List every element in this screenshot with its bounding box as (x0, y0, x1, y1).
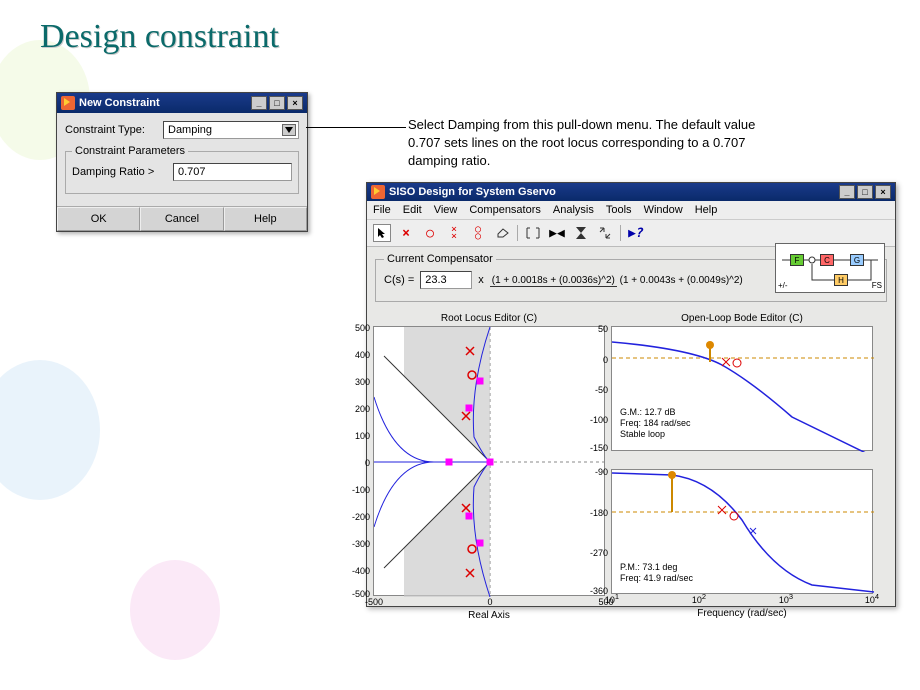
block-diagram[interactable]: F C G H +/- FS (775, 243, 885, 293)
menu-file[interactable]: File (373, 204, 391, 216)
xtick: 102 (692, 592, 706, 605)
menu-compensators[interactable]: Compensators (469, 204, 541, 216)
ytick: 200 (346, 404, 370, 414)
dialog-titlebar[interactable]: New Constraint _ □ × (57, 93, 307, 113)
damping-ratio-input[interactable]: 0.707 (173, 163, 292, 181)
decorative-balloon (130, 560, 220, 660)
window-title: SISO Design for System Gservo (389, 186, 556, 198)
matlab-icon (61, 96, 75, 110)
ytick: 0 (584, 355, 608, 365)
ytick: -100 (346, 485, 370, 495)
ytick: 50 (584, 324, 608, 334)
minimize-button[interactable]: _ (839, 185, 855, 199)
whats-this-icon[interactable]: ▶? (627, 224, 645, 242)
constraint-params-legend: Constraint Parameters (72, 145, 188, 157)
skip-icon[interactable]: ▶◀ (548, 224, 566, 242)
maximize-button[interactable]: □ (857, 185, 873, 199)
xtick: 0 (487, 597, 492, 607)
xtick: 101 (605, 592, 619, 605)
annotation-line (306, 127, 406, 128)
ytick: 300 (346, 377, 370, 387)
xtick: 103 (779, 592, 793, 605)
menu-view[interactable]: View (434, 204, 458, 216)
menubar: File Edit View Compensators Analysis Too… (367, 201, 895, 220)
ok-button[interactable]: OK (57, 207, 140, 231)
matlab-icon (371, 185, 385, 199)
menu-tools[interactable]: Tools (606, 204, 632, 216)
ytick: -180 (584, 508, 608, 518)
compensator-legend: Current Compensator (384, 253, 496, 265)
page-title: Design constraint (40, 18, 279, 56)
window-titlebar[interactable]: SISO Design for System Gservo _ □ × (367, 183, 895, 201)
add-complex-zero-icon[interactable]: ○○ (469, 224, 487, 242)
ytick: -150 (584, 443, 608, 453)
hourglass-icon[interactable] (572, 224, 590, 242)
close-button[interactable]: × (875, 185, 891, 199)
bode-phase-plot[interactable]: -90 -180 -270 -360 P.M.: 73.1 deg Freq: … (611, 469, 873, 594)
ytick: 100 (346, 431, 370, 441)
root-locus-canvas (374, 327, 606, 597)
annotation-text: Select Damping from this pull-down menu.… (408, 116, 758, 171)
gain-margin: G.M.: 12.7 dB (620, 407, 691, 418)
phase-margin: P.M.: 73.1 deg (620, 562, 693, 573)
new-constraint-dialog: New Constraint _ □ × Constraint Type: Da… (56, 92, 308, 232)
constraint-type-value: Damping (168, 124, 212, 136)
chevron-down-icon[interactable] (282, 124, 296, 136)
eraser-icon[interactable] (493, 224, 511, 242)
gain-input[interactable]: 23.3 (420, 271, 472, 289)
cs-label: C(s) = (384, 274, 414, 286)
constraint-type-label: Constraint Type: (65, 124, 157, 136)
root-locus-xlabel: Real Axis (374, 610, 604, 621)
gain-value: 23.3 (425, 274, 446, 286)
help-button[interactable]: Help (224, 207, 307, 231)
toolbar-separator (620, 225, 621, 241)
menu-edit[interactable]: Edit (403, 204, 422, 216)
root-locus-plot[interactable]: Root Locus Editor (C) (373, 326, 605, 596)
damping-ratio-value: 0.707 (178, 166, 206, 178)
bode-title: Open-Loop Bode Editor (C) (612, 313, 872, 324)
maximize-button[interactable]: □ (269, 96, 285, 110)
menu-help[interactable]: Help (695, 204, 718, 216)
constraint-type-select[interactable]: Damping (163, 121, 299, 139)
ytick: -300 (346, 539, 370, 549)
ytick: -100 (584, 415, 608, 425)
xtick: -500 (365, 597, 383, 607)
ytick: -270 (584, 548, 608, 558)
bode-xlabel: Frequency (rad/sec) (612, 608, 872, 619)
expand-icon[interactable] (596, 224, 614, 242)
add-complex-pole-icon[interactable]: ×× (445, 224, 463, 242)
menu-window[interactable]: Window (644, 204, 683, 216)
ytick: -50 (584, 385, 608, 395)
stable-loop: Stable loop (620, 429, 691, 440)
tf-denominator: (1 + 0.0043s + (0.0049s)^2) (620, 275, 743, 286)
minimize-button[interactable]: _ (251, 96, 267, 110)
cancel-button[interactable]: Cancel (140, 207, 223, 231)
arrow-tool-icon[interactable] (373, 224, 391, 242)
root-locus-title: Root Locus Editor (C) (374, 313, 604, 324)
toolbar-separator (517, 225, 518, 241)
siso-design-window: SISO Design for System Gservo _ □ × File… (366, 182, 896, 607)
pm-freq: Freq: 41.9 rad/sec (620, 573, 693, 584)
decorative-balloon (0, 360, 100, 500)
ytick: -90 (584, 467, 608, 477)
transfer-function: (1 + 0.0018s + (0.0036s)^2) (1 + 0.0043s… (490, 275, 743, 286)
ytick: 0 (346, 458, 370, 468)
add-zero-icon[interactable]: ○ (421, 224, 439, 242)
add-pole-icon[interactable]: × (397, 224, 415, 242)
damping-ratio-label: Damping Ratio > (72, 166, 167, 178)
xtick: 104 (865, 592, 879, 605)
ytick: 500 (346, 323, 370, 333)
menu-analysis[interactable]: Analysis (553, 204, 594, 216)
bode-magnitude-plot[interactable]: Open-Loop Bode Editor (C) 50 0 -50 -100 … (611, 326, 873, 451)
ytick: -200 (346, 512, 370, 522)
times-label: x (478, 274, 484, 286)
tf-numerator: (1 + 0.0018s + (0.0036s)^2) (490, 275, 617, 287)
bracket-icon[interactable] (524, 224, 542, 242)
ytick: -400 (346, 566, 370, 576)
close-button[interactable]: × (287, 96, 303, 110)
dialog-title: New Constraint (79, 97, 160, 109)
gm-freq: Freq: 184 rad/sec (620, 418, 691, 429)
ytick: 400 (346, 350, 370, 360)
